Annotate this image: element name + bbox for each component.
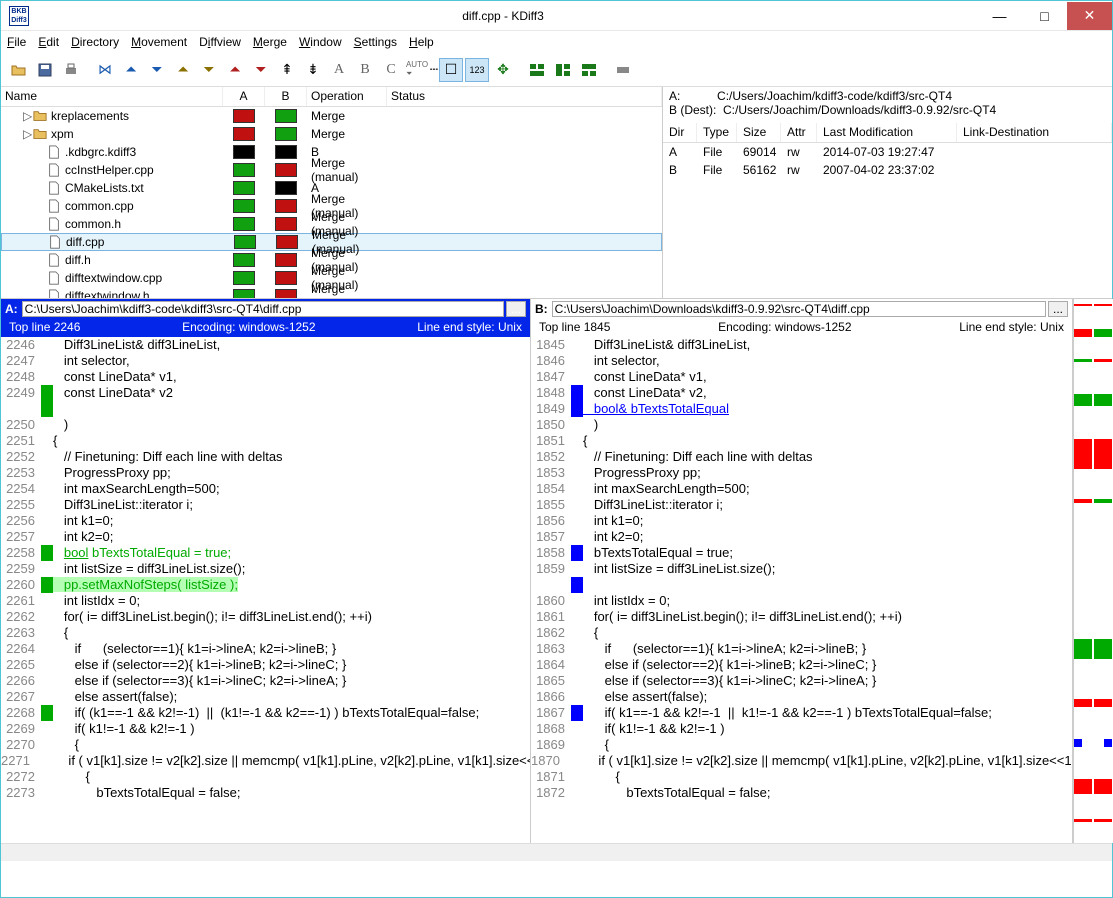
code-view-a[interactable]: 2246 Diff3LineList& diff3LineList,2247 i… <box>1 337 530 843</box>
save-icon[interactable] <box>33 58 57 82</box>
minimize-button[interactable]: — <box>977 2 1022 30</box>
select-b-icon[interactable]: B <box>353 58 377 82</box>
info-row[interactable]: AFile69014rw2014-07-03 19:27:47 <box>663 143 1112 161</box>
menu-movement[interactable]: Movement <box>131 35 187 49</box>
col-status[interactable]: Status <box>387 87 662 106</box>
dir-row[interactable]: ▷xpmMerge <box>1 125 662 143</box>
browse-a-button[interactable]: ... <box>506 301 526 317</box>
diff-head-b: B: ... <box>531 299 1072 319</box>
toolbar: ⋈ ⏶ ⏷ ⏶ ⏷ ⏶ ⏷ ⇞ ⇟ A B C AUTO⏷ ┄ ☐ 123 ✥ <box>1 53 1112 87</box>
prev-diff-icon[interactable]: ⏶ <box>119 58 143 82</box>
menu-settings[interactable]: Settings <box>354 35 397 49</box>
open-icon[interactable] <box>7 58 31 82</box>
dir-header: Name A B Operation Status <box>1 87 662 107</box>
expand-icon[interactable]: ✥ <box>491 58 515 82</box>
diff-area: A: ... Top line 2246 Encoding: windows-1… <box>1 299 1112 843</box>
directory-tree[interactable]: Name A B Operation Status ▷kreplacements… <box>1 87 663 298</box>
menu-file[interactable]: File <box>7 35 26 49</box>
path-b: C:/Users/Joachim/Downloads/kdiff3-0.9.92… <box>723 103 996 117</box>
menu-diffview[interactable]: Diffview <box>199 35 241 49</box>
separator-icon: ┄ <box>431 58 437 82</box>
diff-pane-b: B: ... Top line 1845 Encoding: windows-1… <box>531 299 1073 843</box>
next-conflict-icon[interactable]: ⏷ <box>197 58 221 82</box>
up-arrows-icon[interactable]: ⇞ <box>275 58 299 82</box>
menu-help[interactable]: Help <box>409 35 434 49</box>
diff-pane-a: A: ... Top line 2246 Encoding: windows-1… <box>1 299 531 843</box>
menu-edit[interactable]: Edit <box>38 35 59 49</box>
prev-conflict-icon[interactable]: ⏶ <box>171 58 195 82</box>
prev-unsolved-icon[interactable]: ⏶ <box>223 58 247 82</box>
dir-row[interactable]: difftextwindow.hMerge (manual) <box>1 287 662 298</box>
select-a-icon[interactable]: A <box>327 58 351 82</box>
menubar: File Edit Directory Movement Diffview Me… <box>1 31 1112 53</box>
next-diff-icon[interactable]: ⏷ <box>145 58 169 82</box>
print-icon[interactable] <box>59 58 83 82</box>
layout-2-icon[interactable] <box>551 58 575 82</box>
goto-current-icon[interactable]: ⋈ <box>93 58 117 82</box>
col-b[interactable]: B <box>265 87 307 106</box>
path-a-label: A: <box>669 89 680 103</box>
show-linenumbers-icon[interactable]: 123 <box>465 58 489 82</box>
path-b-label: B (Dest): <box>669 103 716 117</box>
browse-b-button[interactable]: ... <box>1048 301 1068 317</box>
info-header: Dir Type Size Attr Last Modification Lin… <box>663 123 1112 143</box>
dir-row[interactable]: ccInstHelper.cppMerge (manual) <box>1 161 662 179</box>
menu-merge[interactable]: Merge <box>253 35 287 49</box>
code-view-b[interactable]: 1845 Diff3LineList& diff3LineList,1846 i… <box>531 337 1072 843</box>
info-row[interactable]: BFile56162rw2007-04-02 23:37:02 <box>663 161 1112 179</box>
close-button[interactable]: ✕ <box>1067 2 1112 30</box>
layout-1-icon[interactable] <box>525 58 549 82</box>
rect-icon[interactable] <box>611 58 635 82</box>
show-whitespace-icon[interactable]: ☐ <box>439 58 463 82</box>
overview-minimap[interactable] <box>1073 299 1113 843</box>
dir-row[interactable]: ▷kreplacementsMerge <box>1 107 662 125</box>
maximize-button[interactable]: □ <box>1022 2 1067 30</box>
path-input-a[interactable] <box>22 301 504 317</box>
diff-status-b: Top line 1845 Encoding: windows-1252 Lin… <box>531 319 1072 337</box>
diff-head-a: A: ... <box>1 299 530 319</box>
app-icon: BKBDiff3 <box>9 6 29 26</box>
select-c-icon[interactable]: C <box>379 58 403 82</box>
layout-3-icon[interactable] <box>577 58 601 82</box>
down-arrows-icon[interactable]: ⇟ <box>301 58 325 82</box>
info-pane: A: C:/Users/Joachim/kdiff3-code/kdiff3/s… <box>663 87 1112 298</box>
col-a[interactable]: A <box>223 87 265 106</box>
path-a: C:/Users/Joachim/kdiff3-code/kdiff3/src-… <box>717 89 952 103</box>
auto-icon[interactable]: AUTO⏷ <box>405 58 429 82</box>
next-unsolved-icon[interactable]: ⏷ <box>249 58 273 82</box>
path-input-b[interactable] <box>552 301 1046 317</box>
titlebar: BKBDiff3 diff.cpp - KDiff3 — □ ✕ <box>1 1 1112 31</box>
menu-window[interactable]: Window <box>299 35 342 49</box>
menu-directory[interactable]: Directory <box>71 35 119 49</box>
diff-status-a: Top line 2246 Encoding: windows-1252 Lin… <box>1 319 530 337</box>
col-name[interactable]: Name <box>1 87 223 106</box>
horizontal-scrollbar[interactable] <box>1 843 1112 861</box>
col-op[interactable]: Operation <box>307 87 387 106</box>
window-title: diff.cpp - KDiff3 <box>29 9 977 23</box>
